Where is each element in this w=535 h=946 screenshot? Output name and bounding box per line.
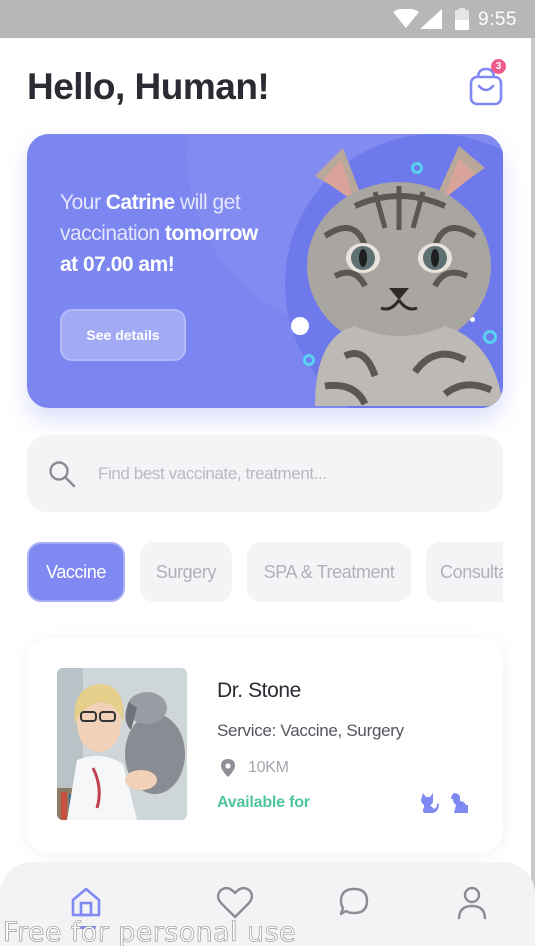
see-details-button[interactable]: See details [60,309,186,361]
banner-text: will get [174,191,241,214]
doctor-distance: 10KM [248,759,289,776]
profile-icon[interactable] [456,886,488,920]
battery-icon [455,8,469,30]
scroll-edge [531,38,535,946]
cat-icon [421,793,439,813]
page-title: Hello, Human! [27,66,270,107]
wifi-icon [393,9,419,28]
banner-text: vaccination [60,222,165,245]
heart-icon[interactable] [217,886,253,920]
location-pin-icon [221,759,235,777]
signal-icon [420,9,442,29]
banner-time: at 07.00 am! [60,253,175,276]
doctor-photo [57,668,187,820]
banner-highlight: tomorrow [164,222,258,245]
doctor-card[interactable]: Dr. Stone Service: Vaccine, Surgery 10KM… [27,638,503,853]
home-icon[interactable] [70,886,102,918]
status-time: 9:55 [478,9,517,30]
tab-surgery[interactable]: Surgery [140,542,232,602]
category-tabs: Vaccine Surgery SPA & Treatment Consulta… [27,542,503,602]
dog-icon [451,793,468,813]
vaccination-banner: Your Catrine will get vaccination tomorr… [27,134,503,408]
status-bar: 9:55 [0,0,535,38]
watermark: Free for personal use [3,917,296,946]
available-label: Available for [217,794,310,811]
banner-message: Your Catrine will get vaccination tomorr… [60,187,290,280]
tab-consultation[interactable]: Consultation [426,542,503,602]
kitten-image [307,146,503,406]
doctor-service: Service: Vaccine, Surgery [217,721,404,740]
tab-vaccine[interactable]: Vaccine [27,542,125,602]
banner-pet-name: Catrine [105,191,175,214]
chat-icon[interactable] [338,886,370,918]
search-input[interactable]: Find best vaccinate, treatment... [98,464,327,484]
search-bar[interactable]: Find best vaccinate, treatment... [27,435,503,512]
tab-spa-treatment[interactable]: SPA & Treatment [247,542,411,602]
banner-text: Your [60,191,106,214]
search-icon [49,461,76,488]
doctor-name: Dr. Stone [217,679,301,702]
cart-badge: 3 [491,59,506,74]
